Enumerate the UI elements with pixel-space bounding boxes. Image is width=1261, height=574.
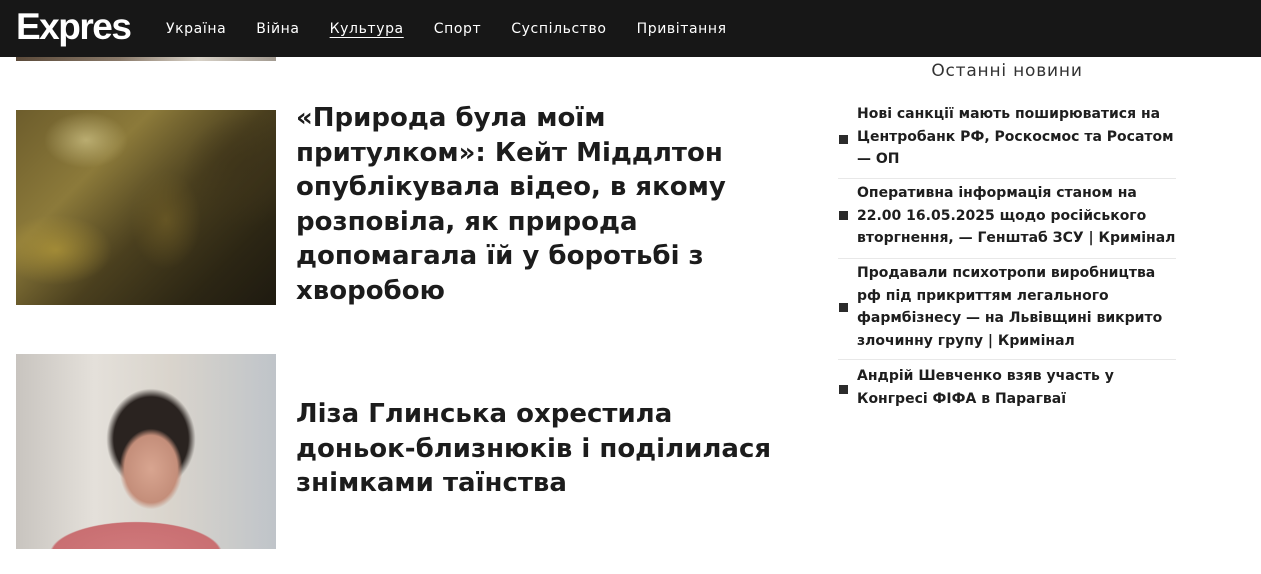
article-image[interactable] <box>16 354 276 549</box>
article-card: «Природа була моїм притулком»: Кейт Мідд… <box>16 103 796 306</box>
news-list-item[interactable]: Нові санкції мають поширюватися на Центр… <box>838 102 1176 179</box>
news-link[interactable]: Продавали психотропи виробництва рф під … <box>857 262 1177 352</box>
news-list-item[interactable]: Андрій Шевченко взяв участь у Конгресі Ф… <box>838 360 1176 415</box>
main-nav: Україна Війна Культура Спорт Суспільство… <box>166 0 757 57</box>
news-link[interactable]: Оперативна інформація станом на 22.00 16… <box>857 182 1177 250</box>
nav-item-ukraine[interactable]: Україна <box>166 21 226 37</box>
news-list-item[interactable]: Продавали психотропи виробництва рф під … <box>838 259 1176 360</box>
news-link[interactable]: Нові санкції мають поширюватися на Центр… <box>857 103 1177 171</box>
article-image[interactable] <box>16 110 276 305</box>
nav-item-greetings[interactable]: Привітання <box>637 21 727 37</box>
nav-item-sport[interactable]: Спорт <box>434 21 482 37</box>
news-list-item[interactable]: Оперативна інформація станом на 22.00 16… <box>838 179 1176 259</box>
bullet-icon <box>839 385 848 394</box>
bullet-icon <box>839 303 848 312</box>
bullet-icon <box>839 135 848 144</box>
bullet-icon <box>839 211 848 220</box>
article-headline[interactable]: «Природа була моїм притулком»: Кейт Мідд… <box>296 101 796 308</box>
article-card: Ліза Глинська охрестила доньок-близнюків… <box>16 354 796 549</box>
site-logo[interactable]: Expres <box>16 7 132 47</box>
nav-item-war[interactable]: Війна <box>256 21 299 37</box>
nav-item-society[interactable]: Суспільство <box>511 21 606 37</box>
news-link[interactable]: Андрій Шевченко взяв участь у Конгресі Ф… <box>857 365 1177 410</box>
nav-item-culture[interactable]: Культура <box>330 21 404 37</box>
article-headline[interactable]: Ліза Глинська охрестила доньок-близнюків… <box>296 397 796 501</box>
previous-article-image[interactable] <box>16 57 276 61</box>
sidebar-title: Останні новини <box>931 61 1083 81</box>
site-header: Expres Україна Війна Культура Спорт Сусп… <box>0 0 1261 57</box>
